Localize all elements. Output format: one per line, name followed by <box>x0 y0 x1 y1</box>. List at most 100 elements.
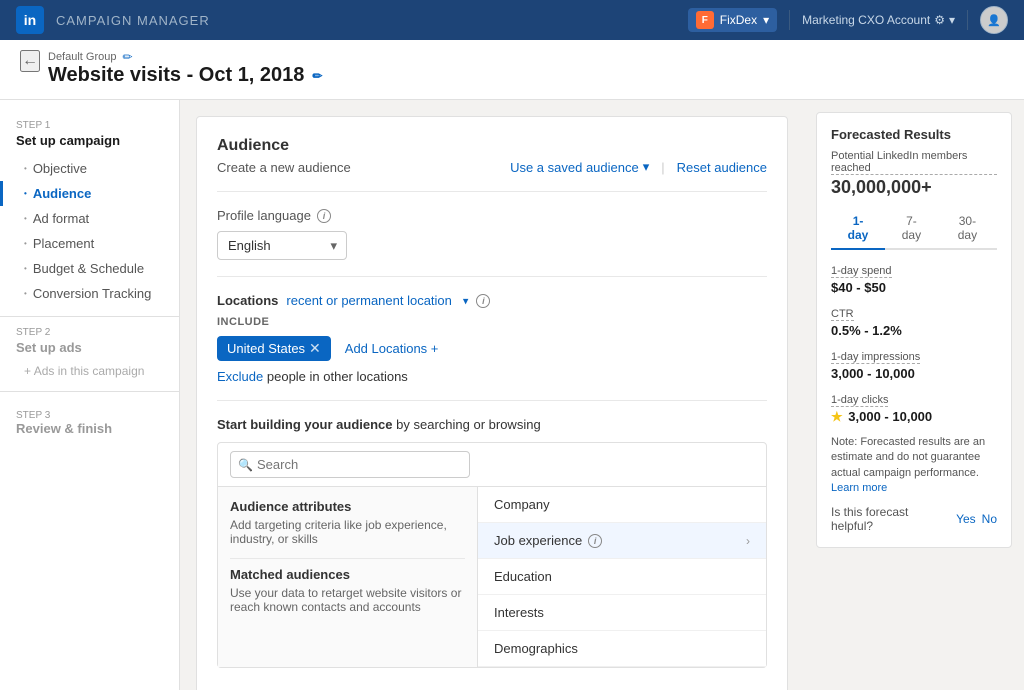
locations-label: Locations <box>217 293 278 308</box>
bullet-icon2: • <box>24 214 27 223</box>
include-label: INCLUDE <box>217 316 767 328</box>
sidebar-item-budget[interactable]: • Budget & Schedule <box>0 256 179 281</box>
builder-left-panel: Audience attributes Add targeting criter… <box>218 487 478 667</box>
bullet-icon5: • <box>24 289 27 298</box>
sidebar-item-ad-format[interactable]: • Ad format <box>0 206 179 231</box>
clicks-row: 1-day clicks ★ 3,000 - 10,000 <box>831 391 997 425</box>
profile-language-info-icon[interactable]: i <box>317 209 331 223</box>
job-experience-chevron-icon: › <box>746 534 750 548</box>
impressions-row: 1-day impressions 3,000 - 10,000 <box>831 348 997 381</box>
clicks-label: 1-day clicks <box>831 394 888 407</box>
add-locations-button[interactable]: Add Locations + <box>345 341 439 356</box>
location-tag-us: United States ✕ <box>217 336 331 361</box>
forecast-panel: Forecasted Results Potential LinkedIn me… <box>804 100 1024 690</box>
section-divider2 <box>217 400 767 401</box>
audience-attributes-title: Audience attributes <box>230 499 465 514</box>
breadcrumb-edit-icon[interactable]: ✏ <box>122 50 132 64</box>
app-title: CAMPAIGN MANAGER <box>56 13 210 28</box>
helpful-yes-button[interactable]: Yes <box>956 512 976 526</box>
menu-item-interests[interactable]: Interests <box>478 595 766 631</box>
builder-right-panel: Company Job experience i › <box>478 487 766 667</box>
sidebar-item-placement[interactable]: • Placement <box>0 231 179 256</box>
step2-title: Set up ads <box>16 340 163 361</box>
language-select-wrapper[interactable]: English <box>217 231 347 260</box>
bullet-icon: • <box>24 164 27 173</box>
menu-item-job-experience[interactable]: Job experience i › <box>478 523 766 559</box>
tab-1-day[interactable]: 1-day <box>831 208 885 250</box>
locations-info-icon[interactable]: i <box>476 294 490 308</box>
menu-item-company[interactable]: Company <box>478 487 766 523</box>
menu-item-demographics[interactable]: Demographics <box>478 631 766 667</box>
user-avatar[interactable]: 👤 <box>980 6 1008 34</box>
clicks-star-icon: ★ <box>831 409 843 424</box>
sidebar-item-conversion[interactable]: • Conversion Tracking <box>0 281 179 306</box>
builder-title: Start building your audience by searchin… <box>217 417 767 432</box>
helpful-row: Is this forecast helpful? Yes No <box>831 505 997 533</box>
forecast-title: Forecasted Results <box>831 127 997 142</box>
forecast-card: Forecasted Results Potential LinkedIn me… <box>816 112 1012 548</box>
tab-30-day[interactable]: 30-day <box>938 208 997 250</box>
top-navigation: in CAMPAIGN MANAGER F FixDex ▾ Marketing… <box>0 0 1024 40</box>
sidebar: Step 1 Set up campaign • Objective • Aud… <box>0 100 180 690</box>
forecast-tab-row: 1-day 7-day 30-day <box>831 208 997 250</box>
step3-title: Review & finish <box>16 421 163 436</box>
account-name[interactable]: Marketing CXO Account ⚙ ▾ <box>802 13 955 27</box>
linkedin-logo: in <box>16 6 44 34</box>
step3-label: Step 3 <box>16 410 163 421</box>
location-type-select[interactable]: recent or permanent location <box>286 293 468 308</box>
forecast-learn-more[interactable]: Learn more <box>831 482 887 494</box>
bullet-icon-active: • <box>24 189 27 198</box>
title-edit-icon[interactable]: ✏ <box>312 69 322 83</box>
settings-icon: ⚙ <box>934 13 945 27</box>
sidebar-item-objective[interactable]: • Objective <box>0 156 179 181</box>
search-bar-row: 🔍 <box>218 443 766 487</box>
menu-item-education[interactable]: Education <box>478 559 766 595</box>
forecast-note: Note: Forecasted results are an estimate… <box>831 435 997 497</box>
sidebar-divider1 <box>0 316 179 317</box>
page-header: ← Default Group ✏ Website visits - Oct 1… <box>0 40 1024 100</box>
audience-attributes-desc: Add targeting criteria like job experien… <box>230 518 465 546</box>
reset-audience-button[interactable]: Reset audience <box>677 160 767 175</box>
location-type-wrapper[interactable]: recent or permanent location <box>286 293 468 308</box>
audience-action-links: Use a saved audience ▾ | Reset audience <box>510 159 767 175</box>
account-badge[interactable]: F FixDex ▾ <box>688 8 777 32</box>
right-nav-area: F FixDex ▾ Marketing CXO Account ⚙ ▾ 👤 <box>688 6 1008 34</box>
builder-grid: Audience attributes Add targeting criter… <box>218 487 766 667</box>
language-select[interactable]: English <box>217 231 347 260</box>
tab-7-day[interactable]: 7-day <box>885 208 938 250</box>
job-experience-info-icon[interactable]: i <box>588 534 602 548</box>
spend-row: 1-day spend $40 - $50 <box>831 262 997 295</box>
step3-section: Step 3 Review & finish <box>0 402 179 436</box>
matched-audiences-desc: Use your data to retarget website visito… <box>230 586 465 614</box>
sidebar-item-audience[interactable]: • Audience <box>0 181 179 206</box>
ctr-row: CTR 0.5% - 1.2% <box>831 305 997 338</box>
ctr-label: CTR <box>831 308 854 321</box>
section-divider1 <box>217 276 767 277</box>
audience-card: Audience Create a new audience Use a sav… <box>196 116 788 690</box>
account-chevron-icon: ▾ <box>949 13 955 27</box>
step1-label: Step 1 <box>0 116 179 133</box>
exclude-location-button[interactable]: Exclude <box>217 369 263 384</box>
back-button[interactable]: ← <box>20 50 40 72</box>
step1-title: Set up campaign <box>0 133 179 156</box>
bullet-icon4: • <box>24 264 27 273</box>
matched-audiences-title: Matched audiences <box>230 567 465 582</box>
account-badge-label: FixDex <box>720 13 757 27</box>
step2-section: Step 2 Set up ads + Ads in this campaign <box>0 327 179 381</box>
sidebar-divider2 <box>0 391 179 392</box>
use-saved-audience-button[interactable]: Use a saved audience ▾ <box>510 159 649 175</box>
action-separator: | <box>661 160 664 175</box>
dropdown-arrow-icon: ▾ <box>643 159 650 175</box>
audience-search-input[interactable] <box>230 451 470 478</box>
ads-bullet: + <box>24 364 31 378</box>
search-and-builder: 🔍 Audience attributes Add targeting crit… <box>217 442 767 668</box>
account-dropdown-icon: ▾ <box>763 13 769 27</box>
remove-location-icon[interactable]: ✕ <box>309 340 321 357</box>
sidebar-item-ads[interactable]: + Ads in this campaign <box>16 361 163 381</box>
create-audience-label: Create a new audience <box>217 160 351 175</box>
helpful-no-button[interactable]: No <box>982 512 997 526</box>
step2-label: Step 2 <box>16 327 163 340</box>
builder-title-end: by searching or browsing <box>396 417 541 432</box>
breadcrumb: Default Group ✏ <box>48 50 322 64</box>
clicks-value: ★ 3,000 - 10,000 <box>831 409 997 425</box>
